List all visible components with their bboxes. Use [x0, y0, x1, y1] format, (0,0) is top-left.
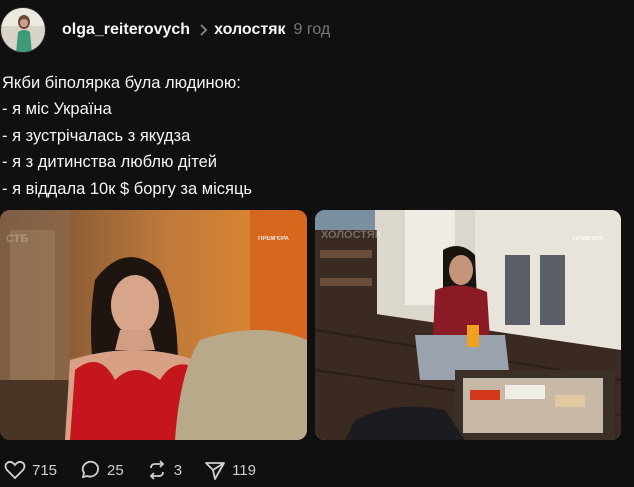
post-header: olga_reiterovych холостяк 9 год [0, 6, 634, 54]
post-image-2[interactable]: ХОЛОСТЯК ПРЕМ'ЄРА [315, 210, 621, 440]
author-name[interactable]: olga_reiterovych [62, 21, 190, 39]
repost-icon [149, 460, 164, 480]
image-watermark: СТБ [6, 233, 28, 245]
post-text: Якби біполярка була людиною: - я міс Укр… [2, 70, 252, 202]
post-time[interactable]: 9 год [294, 21, 331, 39]
repost-button[interactable]: 3 [146, 459, 182, 481]
like-count: 715 [32, 461, 58, 479]
like-button[interactable]: 715 [4, 460, 57, 480]
post-text-line: - я зустрічалась з якудза [2, 126, 191, 145]
avatar[interactable] [0, 7, 46, 53]
post-image-1[interactable]: СТБ ПРЕМ'ЄРА [0, 210, 307, 440]
post-text-line: - я віддала 10к $ боргу за місяць [2, 179, 252, 198]
post-text-line: - я міс Україна [2, 100, 112, 119]
post-text-line: Якби біполярка була людиною: [2, 74, 241, 92]
share-icon [205, 462, 225, 480]
comment-icon [81, 460, 100, 479]
comment-button[interactable]: 25 [79, 459, 124, 481]
image-watermark: ХОЛОСТЯК [321, 229, 382, 241]
share-count: 119 [232, 461, 256, 479]
post-text-line: - я з дитинства люблю дітей [2, 153, 217, 172]
share-button[interactable]: 119 [204, 459, 256, 481]
image-badge: ПРЕМ'ЄРА [573, 236, 604, 242]
image-badge: ПРЕМ'ЄРА [258, 236, 289, 242]
heart-icon [4, 460, 26, 480]
comment-count: 25 [107, 461, 124, 479]
repost-count: 3 [173, 461, 183, 479]
topic-tag[interactable]: холостяк [214, 21, 285, 39]
post-actions: 715 25 3 119 [4, 458, 278, 482]
chevron-right-icon [198, 23, 208, 37]
